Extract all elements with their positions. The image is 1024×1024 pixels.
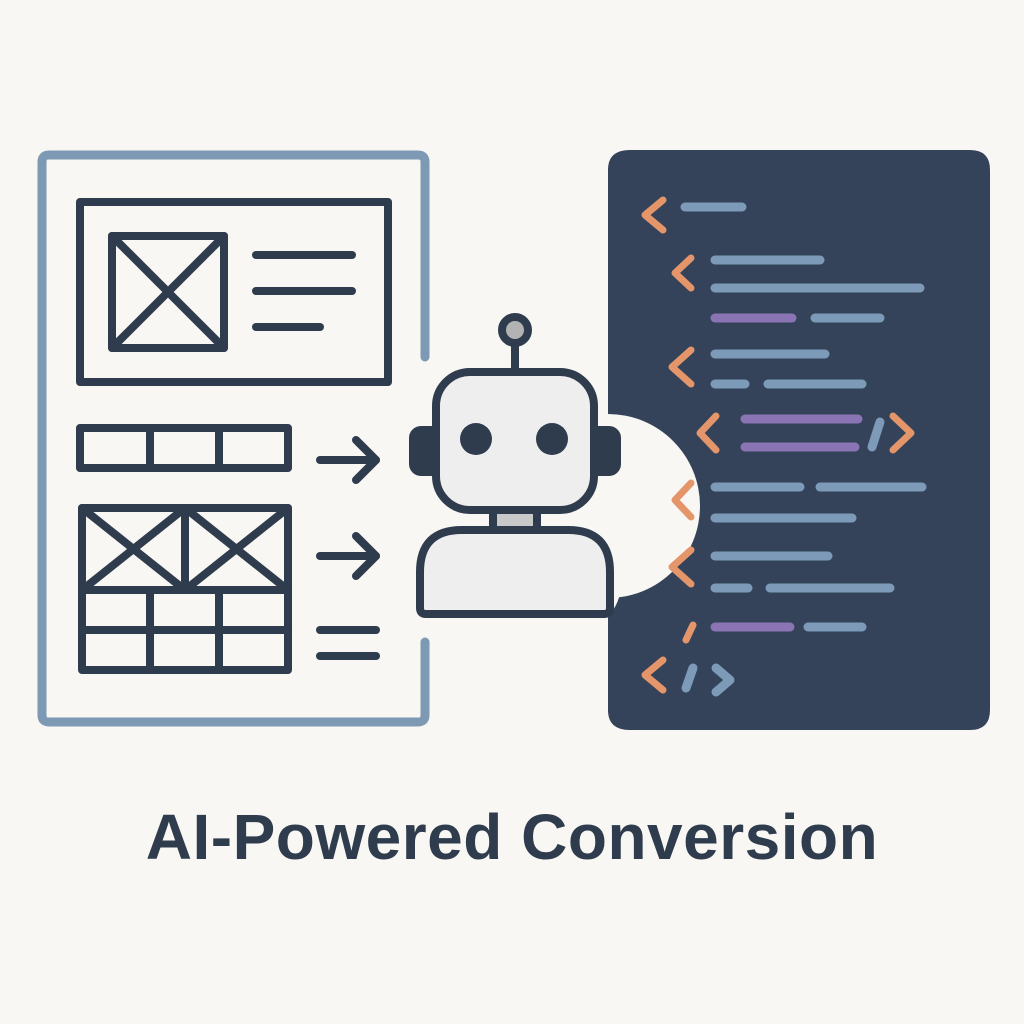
robot-icon bbox=[401, 313, 629, 631]
equals-icon bbox=[316, 626, 380, 660]
robot-eye-right bbox=[536, 423, 568, 455]
wireframe-frame bbox=[37, 150, 430, 727]
code-panel bbox=[608, 150, 990, 730]
conversion-illustration: AI-Powered Conversion bbox=[0, 0, 1024, 1024]
wireframe-nav-strip bbox=[76, 424, 292, 472]
antenna-ball bbox=[498, 313, 532, 347]
robot-head bbox=[432, 368, 598, 514]
wireframe-header-block bbox=[76, 198, 392, 386]
caption-title: AI-Powered Conversion bbox=[145, 801, 879, 873]
wireframe-layout-icon bbox=[37, 150, 430, 727]
right-arrow-icon bbox=[316, 436, 380, 484]
robot-eye-left bbox=[460, 423, 492, 455]
robot-body bbox=[416, 526, 614, 618]
code-editor-icon bbox=[608, 150, 990, 730]
wireframe-grid-block bbox=[78, 504, 292, 674]
right-arrow-icon bbox=[316, 532, 380, 580]
